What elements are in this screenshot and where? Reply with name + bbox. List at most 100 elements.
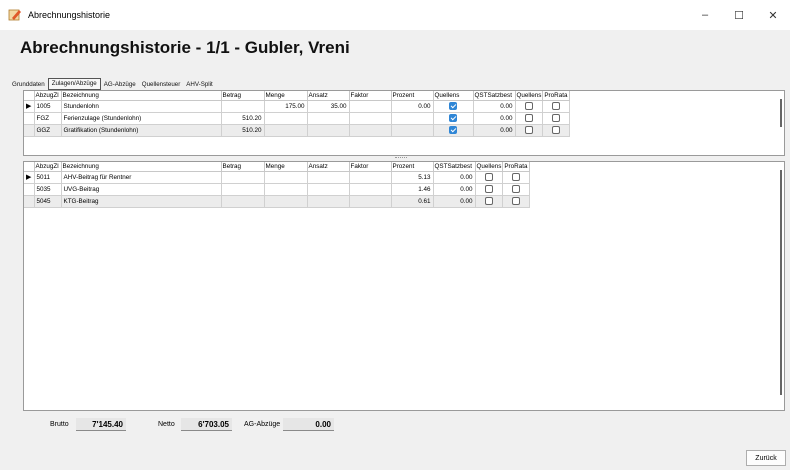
col-header[interactable]: Quellens xyxy=(433,91,474,101)
cell-faktor[interactable] xyxy=(349,112,392,125)
prorata-checkbox[interactable] xyxy=(552,102,561,110)
minimize-button[interactable]: – xyxy=(688,0,722,30)
cell-ansatz[interactable]: 35.00 xyxy=(307,100,350,113)
cell-code[interactable]: 1005 xyxy=(34,100,62,113)
col-header[interactable]: QSTSatzbest xyxy=(473,91,516,101)
cell-faktor[interactable] xyxy=(349,195,392,208)
prorata-checkbox[interactable] xyxy=(512,197,521,205)
col-header[interactable]: AbzugZl xyxy=(34,162,62,172)
cell-faktor[interactable] xyxy=(349,100,392,113)
cell-prozent[interactable]: 0.61 xyxy=(391,195,434,208)
table-row[interactable]: GGZ Gratifikation (Stundenlohn) 510.20 0… xyxy=(24,124,571,137)
abzuege-grid[interactable]: AbzugZl Bezeichnung Betrag Menge Ansatz … xyxy=(23,161,785,411)
cell-code[interactable]: 5035 xyxy=(34,183,62,196)
cell-code[interactable]: 5011 xyxy=(34,171,62,184)
quellensteuer-checkbox-2[interactable] xyxy=(524,114,533,122)
cell-qstsatz[interactable]: 0.00 xyxy=(473,112,516,125)
close-button[interactable]: ✕ xyxy=(756,0,790,30)
scrollbar[interactable] xyxy=(780,170,782,395)
col-header[interactable]: Bezeichnung xyxy=(61,162,222,172)
col-header[interactable]: QSTSatzbest xyxy=(433,162,476,172)
quellensteuer-checkbox[interactable] xyxy=(484,173,493,181)
cell-ansatz[interactable] xyxy=(307,112,350,125)
cell-ansatz[interactable] xyxy=(307,171,350,184)
col-header[interactable]: AbzugZl xyxy=(34,91,62,101)
col-header[interactable]: Menge xyxy=(264,91,308,101)
quellensteuer-checkbox[interactable] xyxy=(449,126,457,134)
cell-prozent[interactable]: 1.46 xyxy=(391,183,434,196)
cell-betrag[interactable] xyxy=(221,195,265,208)
prorata-checkbox[interactable] xyxy=(512,185,521,193)
cell-bezeichnung[interactable]: Gratifikation (Stundenlohn) xyxy=(61,124,222,137)
cell-prozent[interactable]: 5.13 xyxy=(391,171,434,184)
prorata-checkbox[interactable] xyxy=(512,173,521,181)
col-header[interactable]: Prozent xyxy=(391,162,434,172)
cell-menge[interactable] xyxy=(264,171,308,184)
col-header[interactable]: Quellens xyxy=(475,162,504,172)
cell-ansatz[interactable] xyxy=(307,183,350,196)
col-header[interactable]: ProRata xyxy=(542,91,571,101)
cell-menge[interactable] xyxy=(264,124,308,137)
cell-qstsatz[interactable]: 0.00 xyxy=(433,171,476,184)
cell-betrag[interactable] xyxy=(221,100,265,113)
scrollbar[interactable] xyxy=(780,99,782,127)
cell-menge[interactable] xyxy=(264,112,308,125)
table-row[interactable]: ▶ 1005 Stundenlohn 175.00 35.00 0.00 0.0… xyxy=(24,100,571,113)
tab-quellensteuer[interactable]: Quellensteuer xyxy=(139,79,184,90)
cell-code[interactable]: 5045 xyxy=(34,195,62,208)
cell-code[interactable]: FGZ xyxy=(34,112,62,125)
tab-ahv-split[interactable]: AHV-Split xyxy=(183,79,215,90)
col-header[interactable]: Menge xyxy=(264,162,308,172)
quellensteuer-checkbox[interactable] xyxy=(449,114,457,122)
cell-prozent[interactable] xyxy=(391,124,434,137)
splitter-handle[interactable] xyxy=(395,157,407,160)
col-header[interactable]: ProRata xyxy=(502,162,531,172)
col-header[interactable]: Prozent xyxy=(391,91,434,101)
prorata-checkbox[interactable] xyxy=(552,126,561,134)
table-row[interactable]: ▶ 5011 AHV-Beitrag für Rentner 5.13 0.00 xyxy=(24,171,531,184)
cell-prozent[interactable]: 0.00 xyxy=(391,100,434,113)
quellensteuer-checkbox[interactable] xyxy=(484,197,493,205)
table-row[interactable]: 5045 KTG-Beitrag 0.61 0.00 xyxy=(24,195,531,208)
cell-ansatz[interactable] xyxy=(307,195,350,208)
cell-bezeichnung[interactable]: UVG-Beitrag xyxy=(61,183,222,196)
prorata-checkbox[interactable] xyxy=(552,114,561,122)
tab-ag-abzuege[interactable]: AG-Abzüge xyxy=(101,79,139,90)
col-header[interactable]: Quellens xyxy=(515,91,544,101)
maximize-button[interactable]: ☐ xyxy=(722,0,756,30)
table-row[interactable]: FGZ Ferienzulage (Stundenlohn) 510.20 0.… xyxy=(24,112,571,125)
col-header[interactable]: Betrag xyxy=(221,91,265,101)
cell-prozent[interactable] xyxy=(391,112,434,125)
cell-code[interactable]: GGZ xyxy=(34,124,62,137)
cell-qstsatz[interactable]: 0.00 xyxy=(433,195,476,208)
col-header[interactable]: Faktor xyxy=(349,162,392,172)
cell-faktor[interactable] xyxy=(349,124,392,137)
cell-faktor[interactable] xyxy=(349,171,392,184)
zulagen-grid[interactable]: AbzugZl Bezeichnung Betrag Menge Ansatz … xyxy=(23,90,785,156)
cell-bezeichnung[interactable]: Ferienzulage (Stundenlohn) xyxy=(61,112,222,125)
cell-bezeichnung[interactable]: Stundenlohn xyxy=(61,100,222,113)
cell-qstsatz[interactable]: 0.00 xyxy=(473,124,516,137)
quellensteuer-checkbox[interactable] xyxy=(484,185,493,193)
cell-ansatz[interactable] xyxy=(307,124,350,137)
cell-menge[interactable] xyxy=(264,183,308,196)
cell-betrag[interactable]: 510.20 xyxy=(221,112,265,125)
cell-menge[interactable]: 175.00 xyxy=(264,100,308,113)
quellensteuer-checkbox-2[interactable] xyxy=(524,102,533,110)
col-header[interactable]: Bezeichnung xyxy=(61,91,222,101)
cell-bezeichnung[interactable]: AHV-Beitrag für Rentner xyxy=(61,171,222,184)
quellensteuer-checkbox-2[interactable] xyxy=(524,126,533,134)
cell-qstsatz[interactable]: 0.00 xyxy=(473,100,516,113)
col-header[interactable]: Ansatz xyxy=(307,91,350,101)
quellensteuer-checkbox[interactable] xyxy=(449,102,457,110)
cell-qstsatz[interactable]: 0.00 xyxy=(433,183,476,196)
cell-betrag[interactable]: 510.20 xyxy=(221,124,265,137)
cell-betrag[interactable] xyxy=(221,171,265,184)
back-button[interactable]: Zurück xyxy=(746,450,786,466)
cell-bezeichnung[interactable]: KTG-Beitrag xyxy=(61,195,222,208)
cell-faktor[interactable] xyxy=(349,183,392,196)
cell-menge[interactable] xyxy=(264,195,308,208)
table-row[interactable]: 5035 UVG-Beitrag 1.46 0.00 xyxy=(24,183,531,196)
col-header[interactable]: Ansatz xyxy=(307,162,350,172)
cell-betrag[interactable] xyxy=(221,183,265,196)
